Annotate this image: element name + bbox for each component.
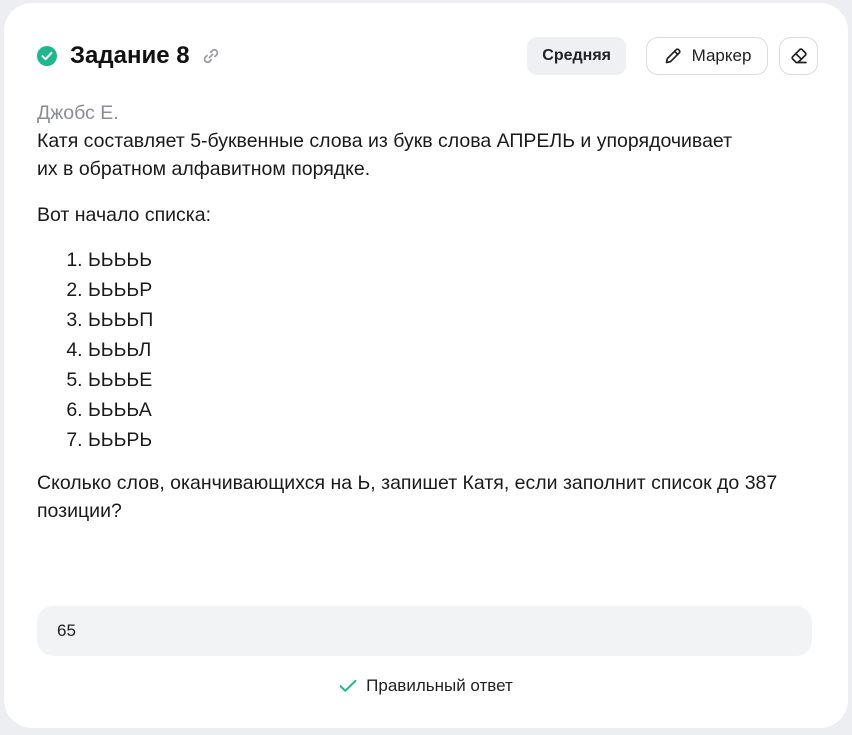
problem-text-line2: их в обратном алфавитном порядке. — [37, 158, 371, 180]
list-item: ЬЬЬРЬ — [88, 425, 797, 455]
check-circle-icon — [37, 46, 57, 66]
link-icon[interactable] — [201, 46, 221, 66]
marker-label: Маркер — [691, 46, 752, 65]
list-item: ЬЬЬЬЕ — [88, 365, 797, 395]
marker-button[interactable]: Маркер — [646, 37, 768, 75]
result-label: Правильный ответ — [366, 676, 513, 695]
question-line2: позиции? — [37, 500, 122, 522]
question-line1: Сколько слов, оканчивающихся на Ь, запиш… — [37, 472, 778, 494]
answer-value: 65 — [57, 621, 76, 640]
problem-text-line1: Катя составляет 5-буквенные слова из бук… — [37, 130, 733, 152]
checkmark-icon — [339, 679, 357, 693]
list-item: ЬЬЬЬЛ — [88, 335, 797, 365]
list-item: ЬЬЬЬР — [88, 275, 797, 305]
word-list: ЬЬЬЬЬ ЬЬЬЬР ЬЬЬЬП ЬЬЬЬЛ ЬЬЬЬЕ ЬЬЬЬА ЬЬЬР… — [37, 245, 797, 455]
list-intro: Вот начало списка: — [37, 204, 211, 226]
eraser-icon — [789, 46, 809, 66]
answer-field[interactable]: 65 — [37, 606, 812, 656]
task-title: Задание 8 — [70, 42, 190, 69]
eraser-button[interactable] — [779, 37, 818, 75]
task-header: Задание 8 Средняя Маркер — [37, 36, 818, 76]
problem-content: Джобс Е. Катя составляет 5-буквенные сло… — [37, 99, 797, 525]
problem-author: Джобс Е. — [37, 102, 119, 124]
pencil-icon — [663, 46, 683, 66]
task-card: Задание 8 Средняя Маркер Джобс Е. Катя с… — [4, 3, 848, 728]
list-item: ЬЬЬЬЬ — [88, 245, 797, 275]
list-item: ЬЬЬЬП — [88, 305, 797, 335]
result-status: Правильный ответ — [4, 676, 848, 696]
difficulty-badge: Средняя — [527, 37, 626, 75]
list-item: ЬЬЬЬА — [88, 395, 797, 425]
